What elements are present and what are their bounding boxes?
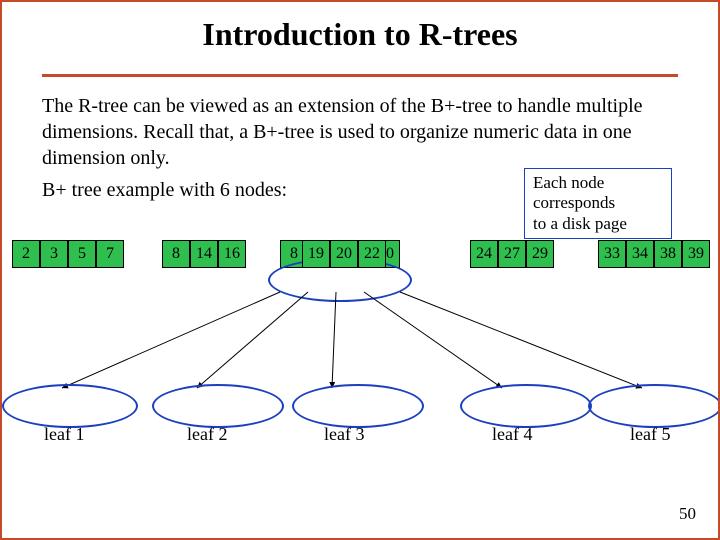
note-line: corresponds (533, 193, 615, 212)
leaf-cell: 5 (68, 240, 96, 268)
node-ellipse (2, 384, 138, 428)
intro-paragraph: The R-tree can be viewed as an extension… (42, 93, 678, 171)
leaf-cell: 8 (162, 240, 190, 268)
bplus-tree-diagram: root 8 17 24 30 2 3 5 7 leaf 1 8 14 16 l… (2, 240, 718, 470)
leaf-cell: 7 (96, 240, 124, 268)
leaf-cell: 22 (358, 240, 386, 268)
page-number: 50 (679, 504, 696, 524)
leaf-cell: 33 (598, 240, 626, 268)
leaf-cell: 39 (682, 240, 710, 268)
node-ellipse (152, 384, 284, 428)
leaf-cell: 20 (330, 240, 358, 268)
leaf-cell: 14 (190, 240, 218, 268)
note-line: to a disk page (533, 214, 627, 233)
note-line: Each node (533, 173, 604, 192)
note-box: Each node corresponds to a disk page (524, 168, 672, 239)
leaf-label: leaf 1 (44, 424, 84, 445)
leaf-cell: 19 (302, 240, 330, 268)
leaf-cell: 27 (498, 240, 526, 268)
node-ellipse (460, 384, 592, 428)
page-title: Introduction to R-trees (2, 16, 718, 53)
leaf-cell: 34 (626, 240, 654, 268)
leaf-label: leaf 2 (187, 424, 227, 445)
leaf-cell: 29 (526, 240, 554, 268)
node-ellipse (588, 384, 720, 428)
leaf-label: leaf 3 (324, 424, 364, 445)
leaf-cell: 2 (12, 240, 40, 268)
leaf-cell: 3 (40, 240, 68, 268)
leaf-cell: 16 (218, 240, 246, 268)
leaf-label: leaf 5 (630, 424, 670, 445)
leaf-cell: 38 (654, 240, 682, 268)
leaf-label: leaf 4 (492, 424, 532, 445)
leaf-cell: 24 (470, 240, 498, 268)
node-ellipse (292, 384, 424, 428)
